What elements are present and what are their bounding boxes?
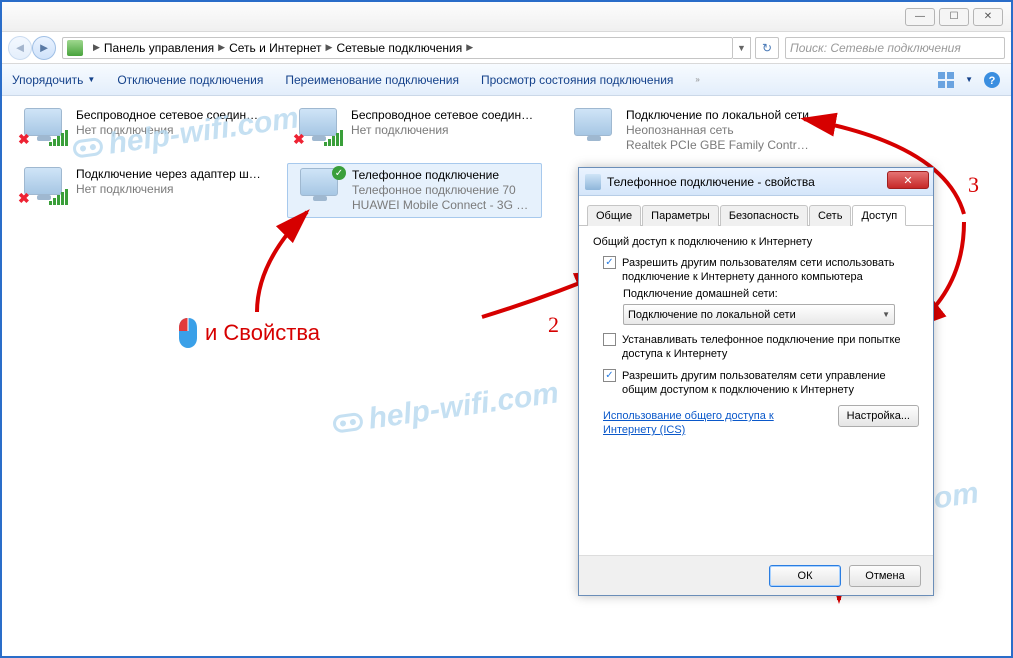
ics-help-link[interactable]: Использование общего доступа к Интернету… — [603, 409, 803, 437]
adapter-icon: ✖ — [18, 167, 68, 205]
connection-status: Нет подключения — [76, 123, 261, 138]
dial-on-demand-label: Устанавливать телефонное подключение при… — [622, 333, 919, 361]
search-input[interactable]: Поиск: Сетевые подключения — [785, 37, 1005, 59]
connection-broadband[interactable]: ✖ Подключение через адаптер широкополосн… — [12, 163, 267, 218]
sharing-group-title: Общий доступ к подключению к Интернету — [593, 236, 919, 248]
organize-menu[interactable]: Упорядочить▼ — [12, 73, 95, 87]
connection-wifi1[interactable]: ✖ Беспроводное сетевое соединениеНет под… — [12, 104, 267, 157]
window-titlebar: — ☐ ✕ — [2, 2, 1011, 32]
maximize-button[interactable]: ☐ — [939, 8, 969, 26]
connection-netname: Неопознанная сеть — [626, 123, 811, 138]
connection-name: Подключение через адаптер широкополосной… — [76, 167, 261, 182]
allow-control-checkbox[interactable] — [603, 369, 616, 382]
home-network-label: Подключение домашней сети: — [623, 288, 919, 300]
mouse-icon — [177, 317, 199, 349]
dialog-titlebar[interactable]: Телефонное подключение - свойства ✕ — [579, 168, 933, 196]
adapter-icon — [568, 108, 618, 146]
allow-sharing-label: Разрешить другим пользователям сети испо… — [622, 256, 919, 284]
adapter-icon: ✖ — [18, 108, 68, 146]
tab-parameters[interactable]: Параметры — [642, 205, 719, 226]
breadcrumb-seg[interactable]: Сеть и Интернет — [229, 41, 321, 55]
network-icon — [67, 40, 83, 56]
watermark: help-wifi.com — [331, 376, 561, 441]
nav-back-button[interactable]: ◄ — [8, 36, 32, 60]
ok-button[interactable]: ОК — [769, 565, 841, 587]
connection-name: Беспроводное сетевое соединение 3 — [351, 108, 536, 123]
dialog-title: Телефонное подключение - свойства — [607, 175, 815, 189]
connection-name: Беспроводное сетевое соединение — [76, 108, 261, 123]
connection-lan[interactable]: Подключение по локальной сетиНеопознанна… — [562, 104, 817, 157]
adapter-icon: ✖ — [293, 108, 343, 146]
connection-status: Телефонное подключение 70 — [352, 183, 535, 198]
connection-wifi3[interactable]: ✖ Беспроводное сетевое соединение 3Нет п… — [287, 104, 542, 157]
annotation-properties: и Свойства — [177, 317, 320, 349]
properties-dialog: Телефонное подключение - свойства ✕ Общи… — [578, 167, 934, 596]
refresh-button[interactable]: ↻ — [755, 37, 779, 59]
allow-sharing-checkbox[interactable] — [603, 256, 616, 269]
adapter-icon: ✓ — [294, 168, 344, 206]
tab-security[interactable]: Безопасность — [720, 205, 808, 226]
breadcrumb-seg[interactable]: Сетевые подключения — [336, 41, 462, 55]
home-network-combo[interactable]: Подключение по локальной сети▼ — [623, 304, 895, 325]
connection-dialup[interactable]: ✓ Телефонное подключениеТелефонное подкл… — [287, 163, 542, 218]
breadcrumb[interactable]: ▶Панель управления ▶Сеть и Интернет ▶Сет… — [62, 37, 733, 59]
allow-control-label: Разрешить другим пользователям сети упра… — [622, 369, 919, 397]
address-bar: ◄ ► ▶Панель управления ▶Сеть и Интернет … — [2, 32, 1011, 64]
annotation-3: 3 — [968, 172, 979, 198]
nav-forward-button[interactable]: ► — [32, 36, 56, 60]
annotation-2: 2 — [548, 312, 559, 338]
connection-status: Нет подключения — [76, 182, 261, 197]
breadcrumb-seg[interactable]: Панель управления — [104, 41, 214, 55]
connection-name: Телефонное подключение — [352, 168, 535, 183]
connection-name: Подключение по локальной сети — [626, 108, 811, 123]
svg-text:?: ? — [989, 75, 996, 87]
breadcrumb-history-button[interactable]: ▼ — [733, 37, 751, 59]
cancel-button[interactable]: Отмена — [849, 565, 921, 587]
settings-button[interactable]: Настройка... — [838, 405, 919, 427]
tab-network[interactable]: Сеть — [809, 205, 851, 226]
rename-connection-button[interactable]: Переименование подключения — [285, 73, 459, 87]
view-options-icon[interactable] — [937, 71, 955, 89]
tab-sharing[interactable]: Доступ — [852, 205, 906, 226]
close-button[interactable]: ✕ — [973, 8, 1003, 26]
disable-connection-button[interactable]: Отключение подключения — [117, 73, 263, 87]
view-status-button[interactable]: Просмотр состояния подключения» — [481, 73, 700, 87]
connection-device: HUAWEI Mobile Connect - 3G M... — [352, 198, 535, 213]
dial-on-demand-checkbox[interactable] — [603, 333, 616, 346]
dialog-tabs: Общие Параметры Безопасность Сеть Доступ — [579, 204, 933, 226]
help-icon[interactable]: ? — [983, 71, 1001, 89]
command-toolbar: Упорядочить▼ Отключение подключения Пере… — [2, 64, 1011, 96]
connection-device: Realtek PCIe GBE Family Controller — [626, 138, 811, 153]
dialog-icon — [585, 174, 601, 190]
connection-status: Нет подключения — [351, 123, 536, 138]
tab-general[interactable]: Общие — [587, 205, 641, 226]
dialog-close-button[interactable]: ✕ — [887, 171, 929, 189]
minimize-button[interactable]: — — [905, 8, 935, 26]
